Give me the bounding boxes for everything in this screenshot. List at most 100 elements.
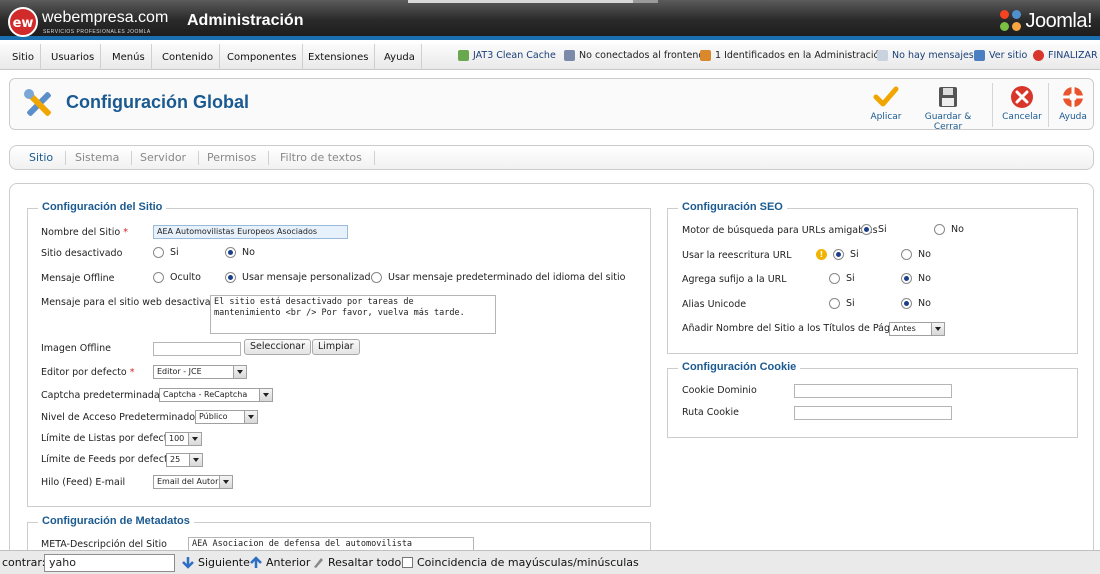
custom-offline-message-label: Mensaje para el sitio web desactivado [41, 297, 223, 308]
list-limit-select[interactable]: 100 [165, 432, 202, 446]
users-icon [564, 50, 575, 61]
wrench-screwdriver-icon [24, 89, 51, 116]
help-button[interactable]: Ayuda [1056, 85, 1090, 125]
site-name-label: Nombre del Sitio * [41, 227, 128, 238]
tab-servidor[interactable]: Servidor [128, 151, 200, 165]
seo-legend: Configuración SEO [678, 201, 787, 213]
match-case-checkbox[interactable]: Coincidencia de mayúsculas/minúsculas [402, 556, 639, 569]
admin-users-status: 1 Identificados en la Administración [700, 50, 885, 61]
toolbar-separator [992, 83, 993, 127]
menu-sitio[interactable]: Sitio [6, 44, 41, 70]
find-next-button[interactable]: Siguiente [182, 556, 250, 569]
sef-label: Motor de búsqueda para URLs amigables [682, 225, 878, 236]
captcha-select[interactable]: Captcha - ReCaptcha [159, 388, 273, 402]
clear-image-button[interactable]: Limpiar [312, 339, 360, 355]
chevron-down-icon [219, 476, 232, 488]
url-rewrite-yes-radio[interactable]: ! Si [816, 249, 859, 260]
custom-offline-message-textarea[interactable]: El sitio está desactivado por tareas de … [210, 295, 496, 334]
sef-no-radio[interactable]: No [934, 224, 964, 235]
menu-ayuda[interactable]: Ayuda [378, 44, 422, 70]
feed-limit-label: Límite de Feeds por defecto [41, 454, 174, 465]
apply-button[interactable]: Aplicar [866, 85, 906, 125]
cache-icon [458, 50, 469, 61]
tab-filtro-textos[interactable]: Filtro de textos [268, 151, 375, 165]
find-prev-button[interactable]: Anterior [250, 556, 310, 569]
menu-menus[interactable]: Menús [106, 44, 152, 70]
select-image-button[interactable]: Seleccionar [244, 339, 312, 355]
tab-sitio[interactable]: Sitio [17, 151, 67, 165]
menu-extensiones[interactable]: Extensiones [302, 44, 376, 70]
power-icon [1033, 50, 1044, 61]
tab-permisos[interactable]: Permisos [195, 151, 270, 165]
toolbar-separator-2 [1048, 83, 1049, 127]
offline-msg-custom-radio[interactable]: Usar mensaje personalizado [225, 272, 376, 283]
offline-image-input[interactable] [153, 342, 241, 356]
mail-icon [877, 50, 888, 61]
frontend-users-status: No conectados al frontend [564, 50, 704, 61]
feed-email-select[interactable]: Email del Autor [153, 475, 233, 489]
admin-user-icon [700, 50, 711, 61]
tab-sistema[interactable]: Sistema [63, 151, 133, 165]
url-suffix-yes-radio[interactable]: Si [829, 273, 855, 284]
messages-link[interactable]: No hay mensajes [877, 50, 974, 61]
joomla-logo-text: Joomla! [1025, 9, 1092, 32]
menu-contenido[interactable]: Contenido [156, 44, 221, 70]
cookie-legend: Configuración Cookie [678, 361, 801, 373]
page-toolbar: Configuración Global Aplicar Guardar & C… [9, 78, 1094, 132]
sef-yes-radio[interactable]: Si [861, 224, 887, 235]
offline-no-radio[interactable]: No [225, 247, 255, 258]
unicode-alias-label: Alias Unicode [682, 299, 747, 310]
warning-icon: ! [816, 249, 827, 260]
cookie-path-label: Ruta Cookie [682, 407, 740, 418]
captcha-label: Captcha predeterminada * [41, 390, 167, 401]
offline-message-label: Mensaje Offline [41, 273, 115, 284]
config-content: Configuración del Sitio Nombre del Sitio… [9, 183, 1094, 574]
config-tabs: Sitio Sistema Servidor Permisos Filtro d… [9, 145, 1094, 170]
sitename-in-titles-label: Añadir Nombre del Sitio a los Títulos de… [682, 323, 910, 334]
cookie-path-input[interactable] [794, 406, 952, 420]
jat3-clean-cache-link[interactable]: JAT3 Clean Cache [458, 50, 556, 61]
access-level-label: Nivel de Acceso Predeterminado * [41, 412, 203, 423]
highlight-all-button[interactable]: Resaltar todo [312, 556, 401, 569]
logout-link[interactable]: FINALIZAR [1033, 50, 1098, 61]
cancel-x-icon [1011, 86, 1033, 108]
offline-yes-radio[interactable]: Si [153, 247, 179, 258]
browser-tab-strip [408, 0, 633, 3]
offline-msg-hide-radio[interactable]: Oculto [153, 272, 201, 283]
find-input[interactable]: yaho [44, 554, 175, 572]
feed-limit-select[interactable]: 25 [166, 453, 203, 467]
url-suffix-label: Agrega sufijo a la URL [682, 274, 787, 285]
sitename-in-titles-select[interactable]: Antes [889, 322, 945, 336]
meta-description-label: META-Descripción del Sitio [41, 539, 167, 550]
unicode-alias-no-radio[interactable]: No [901, 298, 931, 309]
chevron-down-icon [244, 411, 257, 423]
save-close-button[interactable]: Guardar & Cerrar [910, 85, 986, 132]
feed-email-label: Hilo (Feed) E-mail [41, 477, 126, 488]
unicode-alias-yes-radio[interactable]: Si [829, 298, 855, 309]
access-level-select[interactable]: Público [195, 410, 258, 424]
monitor-icon [974, 50, 985, 61]
view-site-link[interactable]: Ver sitio [974, 50, 1027, 61]
menu-usuarios[interactable]: Usuarios [45, 44, 102, 70]
url-rewrite-label: Usar la reescritura URL [682, 250, 792, 261]
menu-componentes[interactable]: Componentes [221, 44, 304, 70]
chevron-down-icon [233, 366, 246, 378]
url-suffix-no-radio[interactable]: No [901, 273, 931, 284]
page-title: Configuración Global [66, 92, 249, 112]
list-limit-label: Límite de Listas por defecto [41, 433, 174, 444]
offline-msg-default-radio[interactable]: Usar mensaje predeterminado del idioma d… [371, 272, 625, 283]
cancel-button[interactable]: Cancelar [1000, 85, 1044, 125]
seo-fieldset: Configuración SEO Motor de búsqueda para… [667, 201, 1078, 354]
metadata-legend: Configuración de Metadatos [38, 515, 194, 527]
cookie-domain-input[interactable] [794, 384, 952, 398]
webempresa-logo-text: webempresa.com [42, 9, 169, 26]
lifebuoy-icon [1063, 87, 1083, 107]
editor-select[interactable]: Editor - JCE [153, 365, 247, 379]
chevron-down-icon [189, 454, 202, 466]
site-name-input[interactable]: AEA Automovilistas Europeos Asociados [153, 225, 348, 239]
url-rewrite-no-radio[interactable]: No [901, 249, 931, 260]
chevron-down-icon [931, 323, 944, 335]
webempresa-logo-subtitle: SERVICIOS PROFESIONALES JOOMLA [43, 29, 151, 35]
webempresa-logo-icon: ew [8, 7, 38, 37]
checkmark-icon [873, 86, 899, 107]
